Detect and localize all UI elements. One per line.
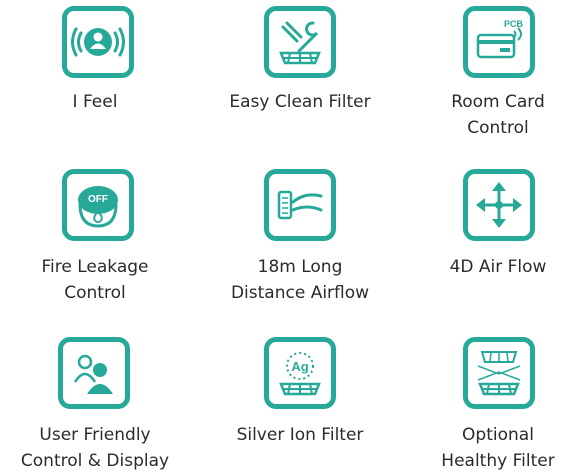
person-signal-icon xyxy=(62,6,134,78)
feature-label-line: I Feel xyxy=(72,92,118,112)
room-card-icon: PCB xyxy=(463,6,535,78)
feature-grid: I Feel Easy Clean Filter PCB Room Card C… xyxy=(0,0,563,475)
feature-label: Fire Leakage Control xyxy=(0,254,190,306)
feature-label-line: Optional xyxy=(462,425,534,445)
feature-label-line: Easy Clean Filter xyxy=(229,92,371,112)
fire-off-icon: OFF xyxy=(62,169,134,241)
feature-label-line: 4D Air Flow xyxy=(449,257,547,277)
feature-label: 18m Long Distance Airflow xyxy=(205,254,395,306)
healthy-filter-icon xyxy=(463,337,535,409)
long-airflow-icon xyxy=(264,169,336,241)
feature-label-line: Distance Airflow xyxy=(230,283,370,303)
feature-user-friendly-control: User Friendly Control & Display xyxy=(0,330,190,475)
filter-tools-icon xyxy=(264,6,336,78)
feature-label: Silver Ion Filter xyxy=(205,422,395,448)
feature-silver-ion-filter: Ag Silver Ion Filter xyxy=(205,330,395,475)
pcb-text: PCB xyxy=(504,19,524,29)
feature-optional-healthy-filter: Optional Healthy Filter xyxy=(403,330,563,475)
feature-fire-leakage-control: OFF Fire Leakage Control xyxy=(0,165,190,310)
feature-label: Easy Clean Filter xyxy=(205,89,395,115)
feature-4d-air-flow: 4D Air Flow xyxy=(403,165,563,310)
four-way-arrows-icon xyxy=(463,169,535,241)
feature-i-feel: I Feel xyxy=(0,0,190,150)
feature-label-line: Fire Leakage xyxy=(41,257,149,277)
feature-easy-clean-filter: Easy Clean Filter xyxy=(205,0,395,150)
feature-label-line: Control & Display xyxy=(20,451,170,471)
off-text: OFF xyxy=(88,194,108,205)
feature-label: User Friendly Control & Display xyxy=(0,422,190,474)
feature-label: 4D Air Flow xyxy=(403,254,563,280)
feature-label: I Feel xyxy=(0,89,190,115)
feature-label-line: Control xyxy=(467,118,529,138)
feature-label-line: Healthy Filter xyxy=(441,451,555,471)
feature-label-line: 18m Long xyxy=(257,257,343,277)
feature-label: Room Card Control xyxy=(403,89,563,141)
feature-label: Optional Healthy Filter xyxy=(403,422,563,474)
feature-label-line: Room Card xyxy=(451,92,545,112)
silver-ion-icon: Ag xyxy=(264,337,336,409)
feature-label-line: Control xyxy=(64,283,126,303)
feature-label-line: Silver Ion Filter xyxy=(236,425,364,445)
feature-long-distance-airflow: 18m Long Distance Airflow xyxy=(205,165,395,310)
users-icon xyxy=(58,337,130,409)
feature-label-line: User Friendly xyxy=(39,425,151,445)
ag-text: Ag xyxy=(291,359,308,374)
feature-room-card-control: PCB Room Card Control xyxy=(403,0,563,150)
